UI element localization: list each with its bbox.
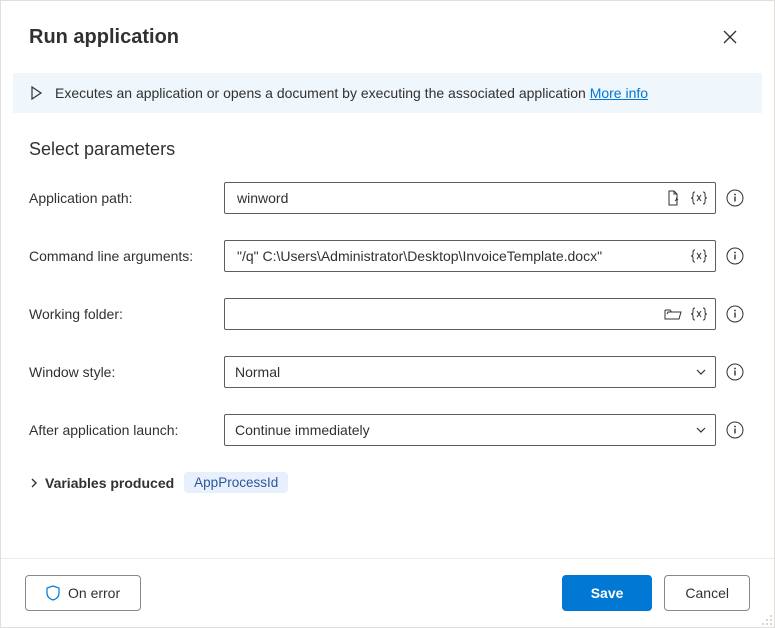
on-error-label: On error <box>68 585 120 601</box>
save-label: Save <box>591 585 624 601</box>
info-button-after-launch[interactable] <box>724 419 746 441</box>
section-title: Select parameters <box>29 139 746 160</box>
info-icon <box>726 421 744 439</box>
label-application-path: Application path: <box>29 190 224 206</box>
label-cmd-args: Command line arguments: <box>29 248 224 264</box>
info-button-working-folder[interactable] <box>724 303 746 325</box>
window-style-select[interactable]: Normal <box>224 356 716 388</box>
input-wrap-working-folder <box>224 298 716 330</box>
info-text: Executes an application or opens a docum… <box>55 85 586 101</box>
info-button-app-path[interactable] <box>724 187 746 209</box>
chevron-down-icon <box>695 424 707 436</box>
row-after-launch: After application launch: Continue immed… <box>29 414 746 446</box>
variables-row: Variables produced AppProcessId <box>29 472 746 493</box>
chevron-down-icon <box>695 366 707 378</box>
variable-pill[interactable]: AppProcessId <box>184 472 288 493</box>
cancel-button[interactable]: Cancel <box>664 575 750 611</box>
label-after-launch: After application launch: <box>29 422 224 438</box>
run-application-modal: Run application Executes an application … <box>0 0 775 628</box>
modal-title: Run application <box>29 26 179 49</box>
row-cmd-args: Command line arguments: <box>29 240 746 272</box>
info-bar: Executes an application or opens a docum… <box>13 73 762 113</box>
label-window-style: Window style: <box>29 364 224 380</box>
variable-icon <box>690 190 708 206</box>
modal-footer: On error Save Cancel <box>1 558 774 627</box>
application-path-input[interactable] <box>235 189 663 207</box>
modal-body: Select parameters Application path: <box>1 113 774 558</box>
variable-picker-button[interactable] <box>689 304 709 324</box>
working-folder-input[interactable] <box>235 305 663 323</box>
run-icon <box>29 86 43 100</box>
info-icon <box>726 305 744 323</box>
modal-header: Run application <box>1 1 774 65</box>
input-wrap-cmd-args <box>224 240 716 272</box>
row-application-path: Application path: <box>29 182 746 214</box>
window-style-value: Normal <box>235 364 280 380</box>
info-text-wrap: Executes an application or opens a docum… <box>55 85 648 101</box>
variable-picker-button[interactable] <box>689 246 709 266</box>
chevron-right-icon <box>29 478 39 488</box>
after-launch-value: Continue immediately <box>235 422 370 438</box>
close-icon <box>723 30 737 44</box>
variable-icon <box>690 248 708 264</box>
close-button[interactable] <box>714 21 746 53</box>
row-working-folder: Working folder: <box>29 298 746 330</box>
folder-picker-button[interactable] <box>663 304 683 324</box>
file-picker-button[interactable] <box>663 188 683 208</box>
variable-icon <box>690 306 708 322</box>
variables-toggle-label: Variables produced <box>45 475 174 491</box>
info-icon <box>726 189 744 207</box>
variable-picker-button[interactable] <box>689 188 709 208</box>
label-working-folder: Working folder: <box>29 306 224 322</box>
info-button-cmd-args[interactable] <box>724 245 746 267</box>
resize-handle[interactable] <box>759 612 773 626</box>
file-icon <box>665 190 681 206</box>
more-info-link[interactable]: More info <box>590 85 648 101</box>
input-wrap-application-path <box>224 182 716 214</box>
shield-icon <box>46 585 60 601</box>
info-icon <box>726 363 744 381</box>
cmd-args-input[interactable] <box>235 247 689 265</box>
cancel-label: Cancel <box>685 585 729 601</box>
after-launch-select[interactable]: Continue immediately <box>224 414 716 446</box>
save-button[interactable]: Save <box>562 575 653 611</box>
folder-icon <box>664 307 682 321</box>
info-button-window-style[interactable] <box>724 361 746 383</box>
on-error-button[interactable]: On error <box>25 575 141 611</box>
variables-toggle[interactable]: Variables produced <box>29 475 174 491</box>
info-icon <box>726 247 744 265</box>
row-window-style: Window style: Normal <box>29 356 746 388</box>
